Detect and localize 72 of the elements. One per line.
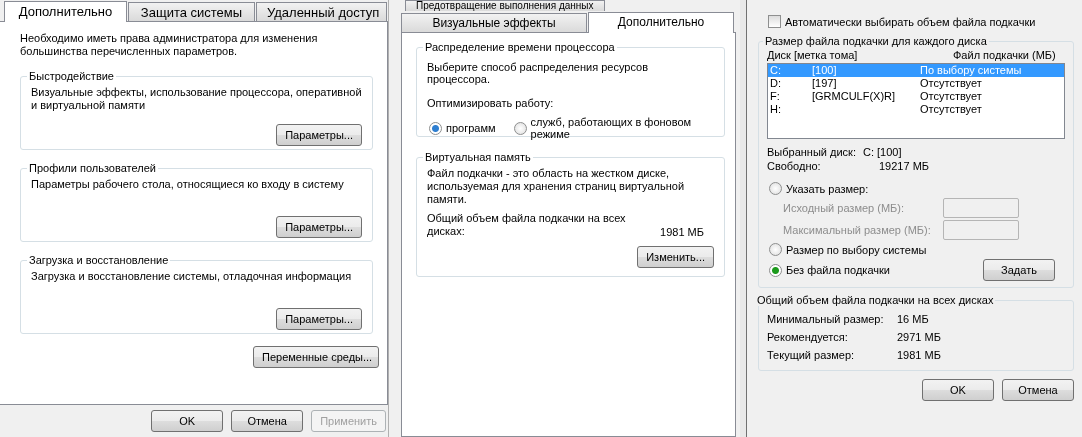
info-value: C: [100] [863,145,903,159]
column-header: Диск [метка тома] [767,49,859,61]
list-cell-text: [197] [812,77,838,90]
field-label: Исходный размер (МБ): [783,202,906,214]
group-title: Распределение времени процессора [424,41,616,53]
group-description: Параметры рабочего стола, относящиеся ко входу в систему [31,178,345,192]
total-value: 1981 МБ [897,348,942,363]
list-cell-text: C: [770,64,782,77]
vm-description: Файл подкачки - это область на жестком диске, используемая для хранения страниц виртуальной памяти. [427,167,686,206]
list-cell-text: [100] [812,64,838,77]
tab[interactable]: Предотвращение выполнения данных [405,0,605,11]
checkbox[interactable] [768,15,781,28]
radio-option[interactable]: Указать размер: [767,181,871,196]
total-label: Минимальный размер: [767,312,885,327]
drive-row[interactable]: F: [GRMCULF(X)R] Отсутствует [768,90,1064,103]
group-description: Загрузка и восстановление системы, отладочная информация [31,270,353,284]
list-cell-text: Отсутствует [920,90,983,103]
group-title: Профили пользователей [28,162,157,174]
radio-button[interactable] [769,182,782,195]
total-label: Текущий размер: [767,348,856,363]
group-title: Виртуальная память [424,151,532,163]
radio-option[interactable]: служб, работающих в фоновом режиме [511,115,714,141]
list-cell-text: По выбору системы [920,64,1023,77]
dialog-button[interactable]: Отмена [1002,379,1074,401]
radio-button[interactable] [429,121,442,135]
total-value: 16 МБ [897,312,930,327]
radio-button[interactable] [769,263,782,277]
field-label: Максимальный размер (МБ): [783,224,932,236]
admin-note: Необходимо иметь права администратора для изменения большинства перечисленных параметров. [20,32,319,58]
auto-size-checkbox[interactable]: Автоматически выбирать объем файла подкачки [766,14,1038,29]
parameters-button[interactable]: Параметры... [276,124,362,146]
info-label: Свободно: [767,159,822,173]
radio-option[interactable]: Без файла подкачки [767,262,892,278]
list-cell-text: F: [770,90,781,103]
set-button[interactable]: Задать [983,259,1055,281]
total-label: Рекомендуется: [767,330,849,345]
optimize-label: Оптимизировать работу: [427,97,555,109]
total-value: 1981 МБ [660,226,704,238]
tab[interactable]: Дополнительно [4,1,127,22]
info-value: 19217 МБ [878,159,931,173]
dialog-button[interactable]: Отмена [231,410,304,432]
drive-row[interactable]: D: [197] Отсутствует [768,77,1064,90]
prompt-text: Выберите способ распределения ресурсов процессора. [427,61,649,85]
group-description: Визуальные эффекты, использование процессора, оперативной и виртуальной памяти [31,86,362,113]
list-cell-text: H: [770,103,782,116]
list-cell-text: D: [770,77,782,90]
drive-row[interactable]: H: Отсутствует [768,103,1064,116]
column-header: Файл подкачки (МБ) [953,49,1057,61]
group-title: Общий объем файла подкачки на всех дисках [756,294,995,306]
list-cell-text: [GRMCULF(X)R] [812,90,897,103]
dialog-button[interactable]: OK [151,410,224,432]
radio-button[interactable] [513,121,527,135]
environment-variables-button[interactable]: Переменные среды... [253,346,379,368]
tab[interactable]: Визуальные эффекты [401,13,587,32]
group-title: Размер файла подкачки для каждого диска [764,35,988,47]
radio-option[interactable]: программ [427,120,498,136]
list-cell-text: Отсутствует [920,103,983,116]
info-label: Выбранный диск: [767,145,857,159]
radio-option[interactable]: Размер по выбору системы [767,242,929,257]
tab[interactable]: Удаленный доступ [256,2,387,21]
radio-button[interactable] [769,243,782,256]
dialog-button[interactable]: OK [922,379,994,401]
group-title: Быстродействие [28,70,115,82]
total-value: 2971 МБ [897,330,942,345]
list-cell-text: Отсутствует [920,77,983,90]
change-button[interactable]: Изменить... [637,246,714,268]
tab[interactable]: Дополнительно [588,12,734,33]
total-label: Общий объем файла подкачки на всех дисках: [427,212,627,238]
group-title: Загрузка и восстановление [28,254,170,266]
parameters-button[interactable]: Параметры... [276,216,362,238]
parameters-button[interactable]: Параметры... [276,308,362,330]
tab[interactable]: Защита системы [128,2,255,21]
